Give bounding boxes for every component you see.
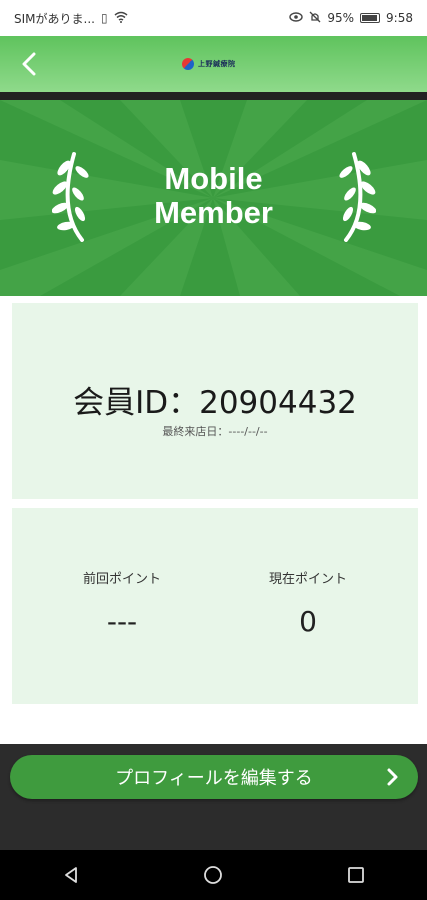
logo-mark-icon [182, 58, 194, 70]
chevron-right-icon [387, 768, 398, 786]
eye-icon [289, 11, 304, 25]
previous-points-label: 前回ポイント [82, 572, 161, 587]
nav-recents-button[interactable] [336, 855, 376, 895]
system-nav-bar [0, 850, 427, 900]
wifi-icon [114, 11, 128, 26]
points-card: 前回ポイント --- 現在ポイント 0 [12, 508, 418, 704]
logo-text: 上野鍼療院 [198, 60, 236, 68]
nav-back-button[interactable] [51, 855, 91, 895]
circle-home-icon [204, 866, 223, 884]
app-header: 上野鍼療院 [0, 36, 427, 92]
member-id: 会員ID：20904432 [73, 385, 357, 421]
previous-points: 前回ポイント --- [22, 568, 222, 638]
laurel-right-icon [339, 152, 376, 242]
nav-home-button[interactable] [193, 855, 233, 895]
member-banner: Mobile Member [0, 100, 427, 296]
status-bar: SIMがありま... ▯ 95% 9:58 [0, 0, 427, 36]
battery-icon [360, 13, 381, 23]
last-visit-date: 最終来店日：----/--/-- [162, 425, 268, 438]
current-points-value: 0 [299, 605, 317, 638]
battery-percent: 95% [327, 11, 355, 25]
triangle-back-icon [65, 867, 78, 883]
clock: 9:58 [386, 11, 413, 25]
chevron-left-icon [22, 52, 36, 76]
header-divider [0, 92, 427, 100]
previous-points-value: --- [106, 605, 138, 638]
back-button[interactable] [12, 46, 48, 82]
edit-profile-label: プロフィールを編集する [115, 768, 313, 789]
sim-card-icon: ▯ [100, 11, 108, 25]
clinic-logo: 上野鍼療院 [182, 54, 236, 74]
member-id-card: 会員ID：20904432 最終来店日：----/--/-- [12, 303, 418, 499]
square-recents-icon [347, 867, 364, 883]
mute-icon [309, 11, 321, 26]
edit-profile-button[interactable]: プロフィールを編集する [10, 755, 418, 799]
carrier-label: SIMがありま... [14, 11, 95, 26]
current-points-label: 現在ポイント [268, 572, 347, 587]
current-points: 現在ポイント 0 [208, 568, 408, 638]
